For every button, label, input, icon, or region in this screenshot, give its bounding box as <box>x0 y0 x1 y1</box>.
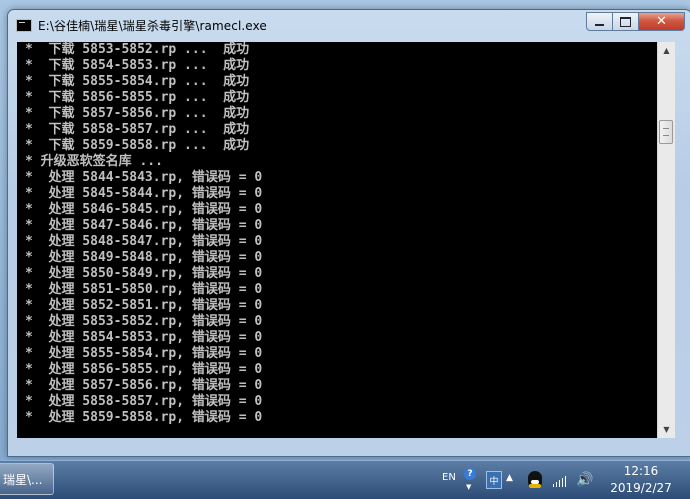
console-line: * 处理 5856-5855.rp, 错误码 = 0 <box>25 362 263 377</box>
console-line: * 处理 5852-5851.rp, 错误码 = 0 <box>25 298 263 313</box>
console-lines: * 下载 5853-5852.rp ... 成功 * 下载 5854-5853.r… <box>17 42 657 426</box>
minimize-button[interactable] <box>586 12 613 31</box>
close-icon: ✕ <box>656 14 667 29</box>
title-bar[interactable]: E:\谷佳楠\瑞星\瑞星杀毒引擎\ramecl.exe ✕ <box>8 10 690 42</box>
console-line: * 处理 5847-5846.rp, 错误码 = 0 <box>25 218 263 233</box>
network-signal-icon[interactable] <box>553 475 567 487</box>
console-output[interactable]: * 下载 5853-5852.rp ... 成功 * 下载 5854-5853.r… <box>17 42 657 438</box>
console-line: * 处理 5857-5856.rp, 错误码 = 0 <box>25 378 263 393</box>
console-line: * 处理 5855-5854.rp, 错误码 = 0 <box>25 346 263 361</box>
language-indicator[interactable]: EN <box>442 472 456 483</box>
taskbar-item-ramecl[interactable]: 瑞星\... <box>0 463 54 495</box>
console-line: * 下载 5858-5857.rp ... 成功 <box>25 122 250 137</box>
volume-icon[interactable]: 🔊 <box>576 472 593 488</box>
console-line: * 处理 5859-5858.rp, 错误码 = 0 <box>25 410 263 425</box>
console-line: * 处理 5848-5847.rp, 错误码 = 0 <box>25 234 263 249</box>
clock-time: 12:16 <box>623 464 659 478</box>
scroll-up-icon: ▲ <box>663 46 670 55</box>
console-line: * 处理 5850-5849.rp, 错误码 = 0 <box>25 266 263 281</box>
scroll-up-button[interactable]: ▲ <box>658 42 675 59</box>
console-line: * 下载 5855-5854.rp ... 成功 <box>25 74 250 89</box>
console-line: * 下载 5859-5858.rp ... 成功 <box>25 138 250 153</box>
console-line: * 升级恶软签名库 ... <box>25 154 163 169</box>
console-line: * 处理 5844-5843.rp, 错误码 = 0 <box>25 170 263 185</box>
minimize-icon <box>595 23 604 26</box>
maximize-icon <box>620 16 631 27</box>
scroll-down-icon: ▼ <box>663 425 670 434</box>
console-line: * 处理 5858-5857.rp, 错误码 = 0 <box>25 394 263 409</box>
console-line: * 处理 5846-5845.rp, 错误码 = 0 <box>25 202 263 217</box>
ime-menu-arrow-icon[interactable]: ▼ <box>466 483 471 491</box>
console-line: * 下载 5853-5852.rp ... 成功 <box>25 42 250 57</box>
vertical-scrollbar[interactable]: ▲ ▼ <box>657 42 675 438</box>
scrollbar-thumb[interactable] <box>659 120 673 144</box>
scroll-down-button[interactable]: ▼ <box>658 421 675 438</box>
clock[interactable]: 12:16 2019/2/27 <box>602 463 680 497</box>
console-line: * 处理 5854-5853.rp, 错误码 = 0 <box>25 330 263 345</box>
maximize-button[interactable] <box>613 12 639 31</box>
console-line: * 下载 5854-5853.rp ... 成功 <box>25 58 250 73</box>
help-icon[interactable]: ? <box>464 468 476 480</box>
caption-buttons: ✕ <box>586 12 685 32</box>
console-line: * 处理 5853-5852.rp, 错误码 = 0 <box>25 314 263 329</box>
console-line: * 处理 5851-5850.rp, 错误码 = 0 <box>25 282 263 297</box>
console-line: * 下载 5857-5856.rp ... 成功 <box>25 106 250 121</box>
qq-penguin-icon[interactable] <box>527 470 543 488</box>
window-title: E:\谷佳楠\瑞星\瑞星杀毒引擎\ramecl.exe <box>38 19 267 33</box>
clock-date: 2019/2/27 <box>610 481 672 495</box>
show-hidden-icons-icon[interactable]: ▲ <box>506 473 513 483</box>
console-line: * 下载 5856-5855.rp ... 成功 <box>25 90 250 105</box>
console-line: * 处理 5845-5844.rp, 错误码 = 0 <box>25 186 263 201</box>
console-app-icon[interactable] <box>16 19 32 32</box>
console-line: * 处理 5849-5848.rp, 错误码 = 0 <box>25 250 263 265</box>
close-button[interactable]: ✕ <box>639 12 685 31</box>
taskbar: 瑞星\... EN ? ▼ 中 ▲ 🔊 12:16 2019/2/27 <box>0 460 690 499</box>
ime-icon[interactable]: 中 <box>486 471 502 489</box>
console-window[interactable]: E:\谷佳楠\瑞星\瑞星杀毒引擎\ramecl.exe ✕ * 下载 5853-… <box>7 9 690 457</box>
